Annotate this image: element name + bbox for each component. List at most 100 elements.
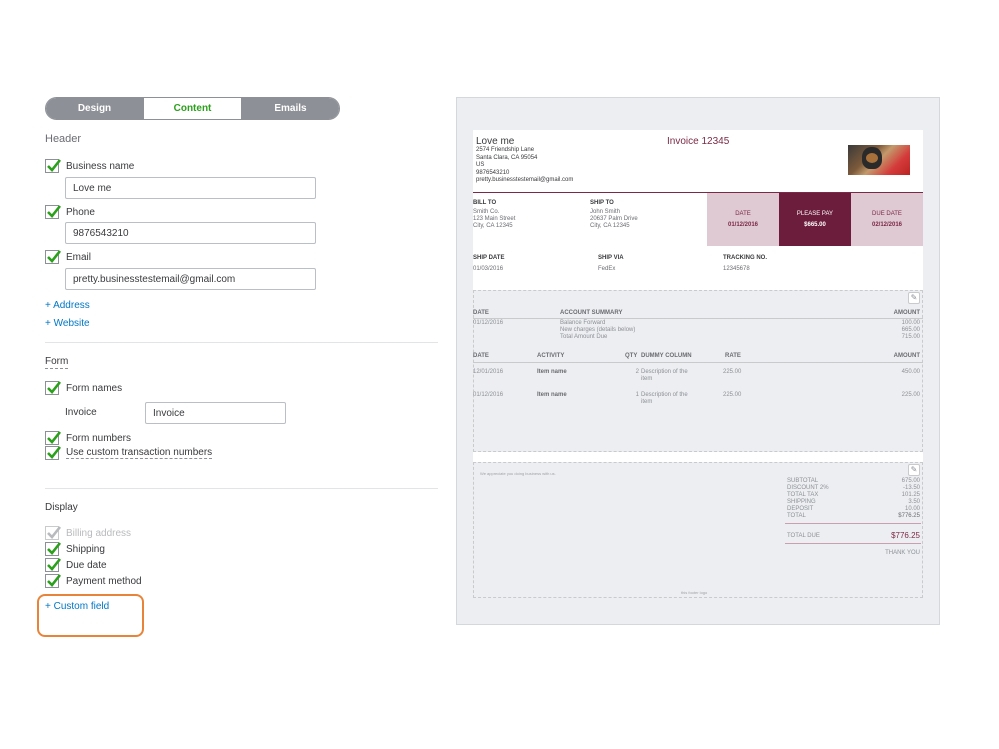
add-address-link[interactable]: + Address xyxy=(45,300,90,311)
checkmark-icon xyxy=(47,542,62,555)
item-amount: 450.00 xyxy=(901,369,920,375)
date-box-value: 01/12/2016 xyxy=(727,222,759,228)
custom-numbers-row: Use custom transaction numbers xyxy=(45,445,213,461)
payment-method-label: Payment method xyxy=(66,575,142,587)
section-divider xyxy=(45,488,438,489)
ship-date-label: SHIP DATE xyxy=(473,255,505,261)
ship-via-value: FedEx xyxy=(598,266,616,272)
summary-line: Balance Forward xyxy=(560,320,606,326)
checkmark-icon xyxy=(47,558,62,571)
footer-area[interactable] xyxy=(473,462,923,598)
ship-date-value: 01/03/2016 xyxy=(473,266,504,272)
tracking-value: 12345678 xyxy=(723,266,750,272)
total-tax-label: TOTAL TAX xyxy=(787,492,819,498)
please-pay-label: PLEASE PAY xyxy=(796,211,834,217)
business-name-checkbox[interactable] xyxy=(45,159,62,173)
bill-to-line: 123 Main Street xyxy=(473,216,516,222)
bill-to-line: City, CA 12345 xyxy=(473,223,513,229)
table-rule xyxy=(473,362,923,363)
total-due-label: TOTAL DUE xyxy=(787,533,820,539)
company-city-line: Santa Clara, CA 95054 xyxy=(476,154,538,161)
bill-to-label: BILL TO xyxy=(473,200,497,206)
ship-to-line: 20637 Palm Drive xyxy=(590,216,638,222)
summary-amount-header: AMOUNT xyxy=(893,310,920,316)
shipping-row: Shipping xyxy=(45,541,105,557)
items-dummy-header: DUMMY COLUMN xyxy=(641,353,692,359)
edit-pencil-icon[interactable]: ✎ xyxy=(908,292,920,304)
company-country-line: US xyxy=(476,162,485,168)
email-label: Email xyxy=(66,251,92,263)
tab-design[interactable]: Design xyxy=(46,98,143,119)
invoice-title: Invoice 12345 xyxy=(667,136,730,147)
items-amount-header: AMOUNT xyxy=(893,353,920,359)
phone-input[interactable] xyxy=(65,222,316,244)
tab-emails[interactable]: Emails xyxy=(242,98,339,119)
thank-you-text: THANK YOU xyxy=(885,550,920,556)
payment-method-checkbox[interactable] xyxy=(45,574,62,588)
checkmark-icon xyxy=(47,574,62,587)
summary-amount: 100.00 xyxy=(901,320,920,326)
summary-amount: 665.00 xyxy=(901,327,920,333)
item-rate: 225.00 xyxy=(723,392,742,398)
form-names-checkbox[interactable] xyxy=(45,381,62,395)
invoice-preview: Love me 2574 Friendship Lane Santa Clara… xyxy=(473,130,923,598)
please-pay-box: PLEASE PAY $665.00 xyxy=(779,193,851,246)
add-website-link[interactable]: + Website xyxy=(45,318,90,329)
tab-content[interactable]: Content xyxy=(143,98,242,119)
payment-method-row: Payment method xyxy=(45,573,142,589)
item-date: 12/01/2016 xyxy=(473,369,504,375)
summary-line: Total Amount Due xyxy=(560,334,608,340)
ship-via-label: SHIP VIA xyxy=(598,255,624,261)
summary-line: New charges (details below) xyxy=(560,327,636,333)
ship-to-label: SHIP TO xyxy=(590,200,614,206)
shipping-label: SHIPPING xyxy=(787,499,816,505)
item-date: 01/12/2016 xyxy=(473,392,504,398)
date-box: DATE 01/12/2016 xyxy=(707,193,779,246)
summary-date: 01/12/2016 xyxy=(473,320,504,326)
checkmark-icon xyxy=(47,446,62,459)
due-date-checkbox[interactable] xyxy=(45,558,62,572)
invoice-company-name: Love me xyxy=(476,136,515,147)
display-section-title: Display xyxy=(45,502,78,513)
section-divider xyxy=(45,342,438,343)
business-name-input[interactable] xyxy=(65,177,316,199)
item-activity: Item name xyxy=(537,392,567,398)
subtotal-label: SUBTOTAL xyxy=(787,478,819,484)
due-date-box: DUE DATE 02/12/2016 xyxy=(851,193,923,246)
total-label: TOTAL xyxy=(787,513,806,519)
subtotal-value: 675.00 xyxy=(901,478,920,484)
form-numbers-label: Form numbers xyxy=(66,432,132,444)
date-box-label: DATE xyxy=(735,211,751,217)
table-rule xyxy=(473,318,923,319)
items-qty-header: QTY xyxy=(625,353,638,359)
company-phone-line: 9876543210 xyxy=(476,169,510,176)
footer-message: We appreciate you doing business with us… xyxy=(480,471,556,476)
total-rule xyxy=(785,543,921,544)
phone-checkbox[interactable] xyxy=(45,205,62,219)
form-section-title: Form xyxy=(45,356,69,369)
due-date-label: Due date xyxy=(66,559,107,571)
footer-logo-text: this footer logo xyxy=(681,590,708,595)
edit-pencil-icon[interactable]: ✎ xyxy=(908,464,920,476)
custom-numbers-label[interactable]: Use custom transaction numbers xyxy=(66,447,213,459)
form-numbers-checkbox[interactable] xyxy=(45,431,62,445)
tab-bar: Design Content Emails xyxy=(45,97,340,120)
invoice-name-input[interactable] xyxy=(145,402,286,424)
company-address-line: 2574 Friendship Lane xyxy=(476,147,535,153)
shipping-label: Shipping xyxy=(66,543,105,555)
summary-amount: 715.00 xyxy=(901,334,920,340)
due-date-box-label: DUE DATE xyxy=(872,211,902,217)
email-input[interactable] xyxy=(65,268,316,290)
due-date-row: Due date xyxy=(45,557,107,573)
custom-numbers-checkbox[interactable] xyxy=(45,446,62,460)
email-row: Email xyxy=(45,249,91,265)
highlight-annotation xyxy=(37,594,144,637)
email-checkbox[interactable] xyxy=(45,250,62,264)
billing-address-row: Billing address xyxy=(45,525,131,541)
billing-address-checkbox xyxy=(45,526,62,540)
item-activity: Item name xyxy=(537,369,567,375)
due-date-box-value: 02/12/2016 xyxy=(871,222,903,228)
shipping-checkbox[interactable] xyxy=(45,542,62,556)
form-names-label: Form names xyxy=(66,382,123,394)
item-qty: 2 xyxy=(635,369,639,375)
